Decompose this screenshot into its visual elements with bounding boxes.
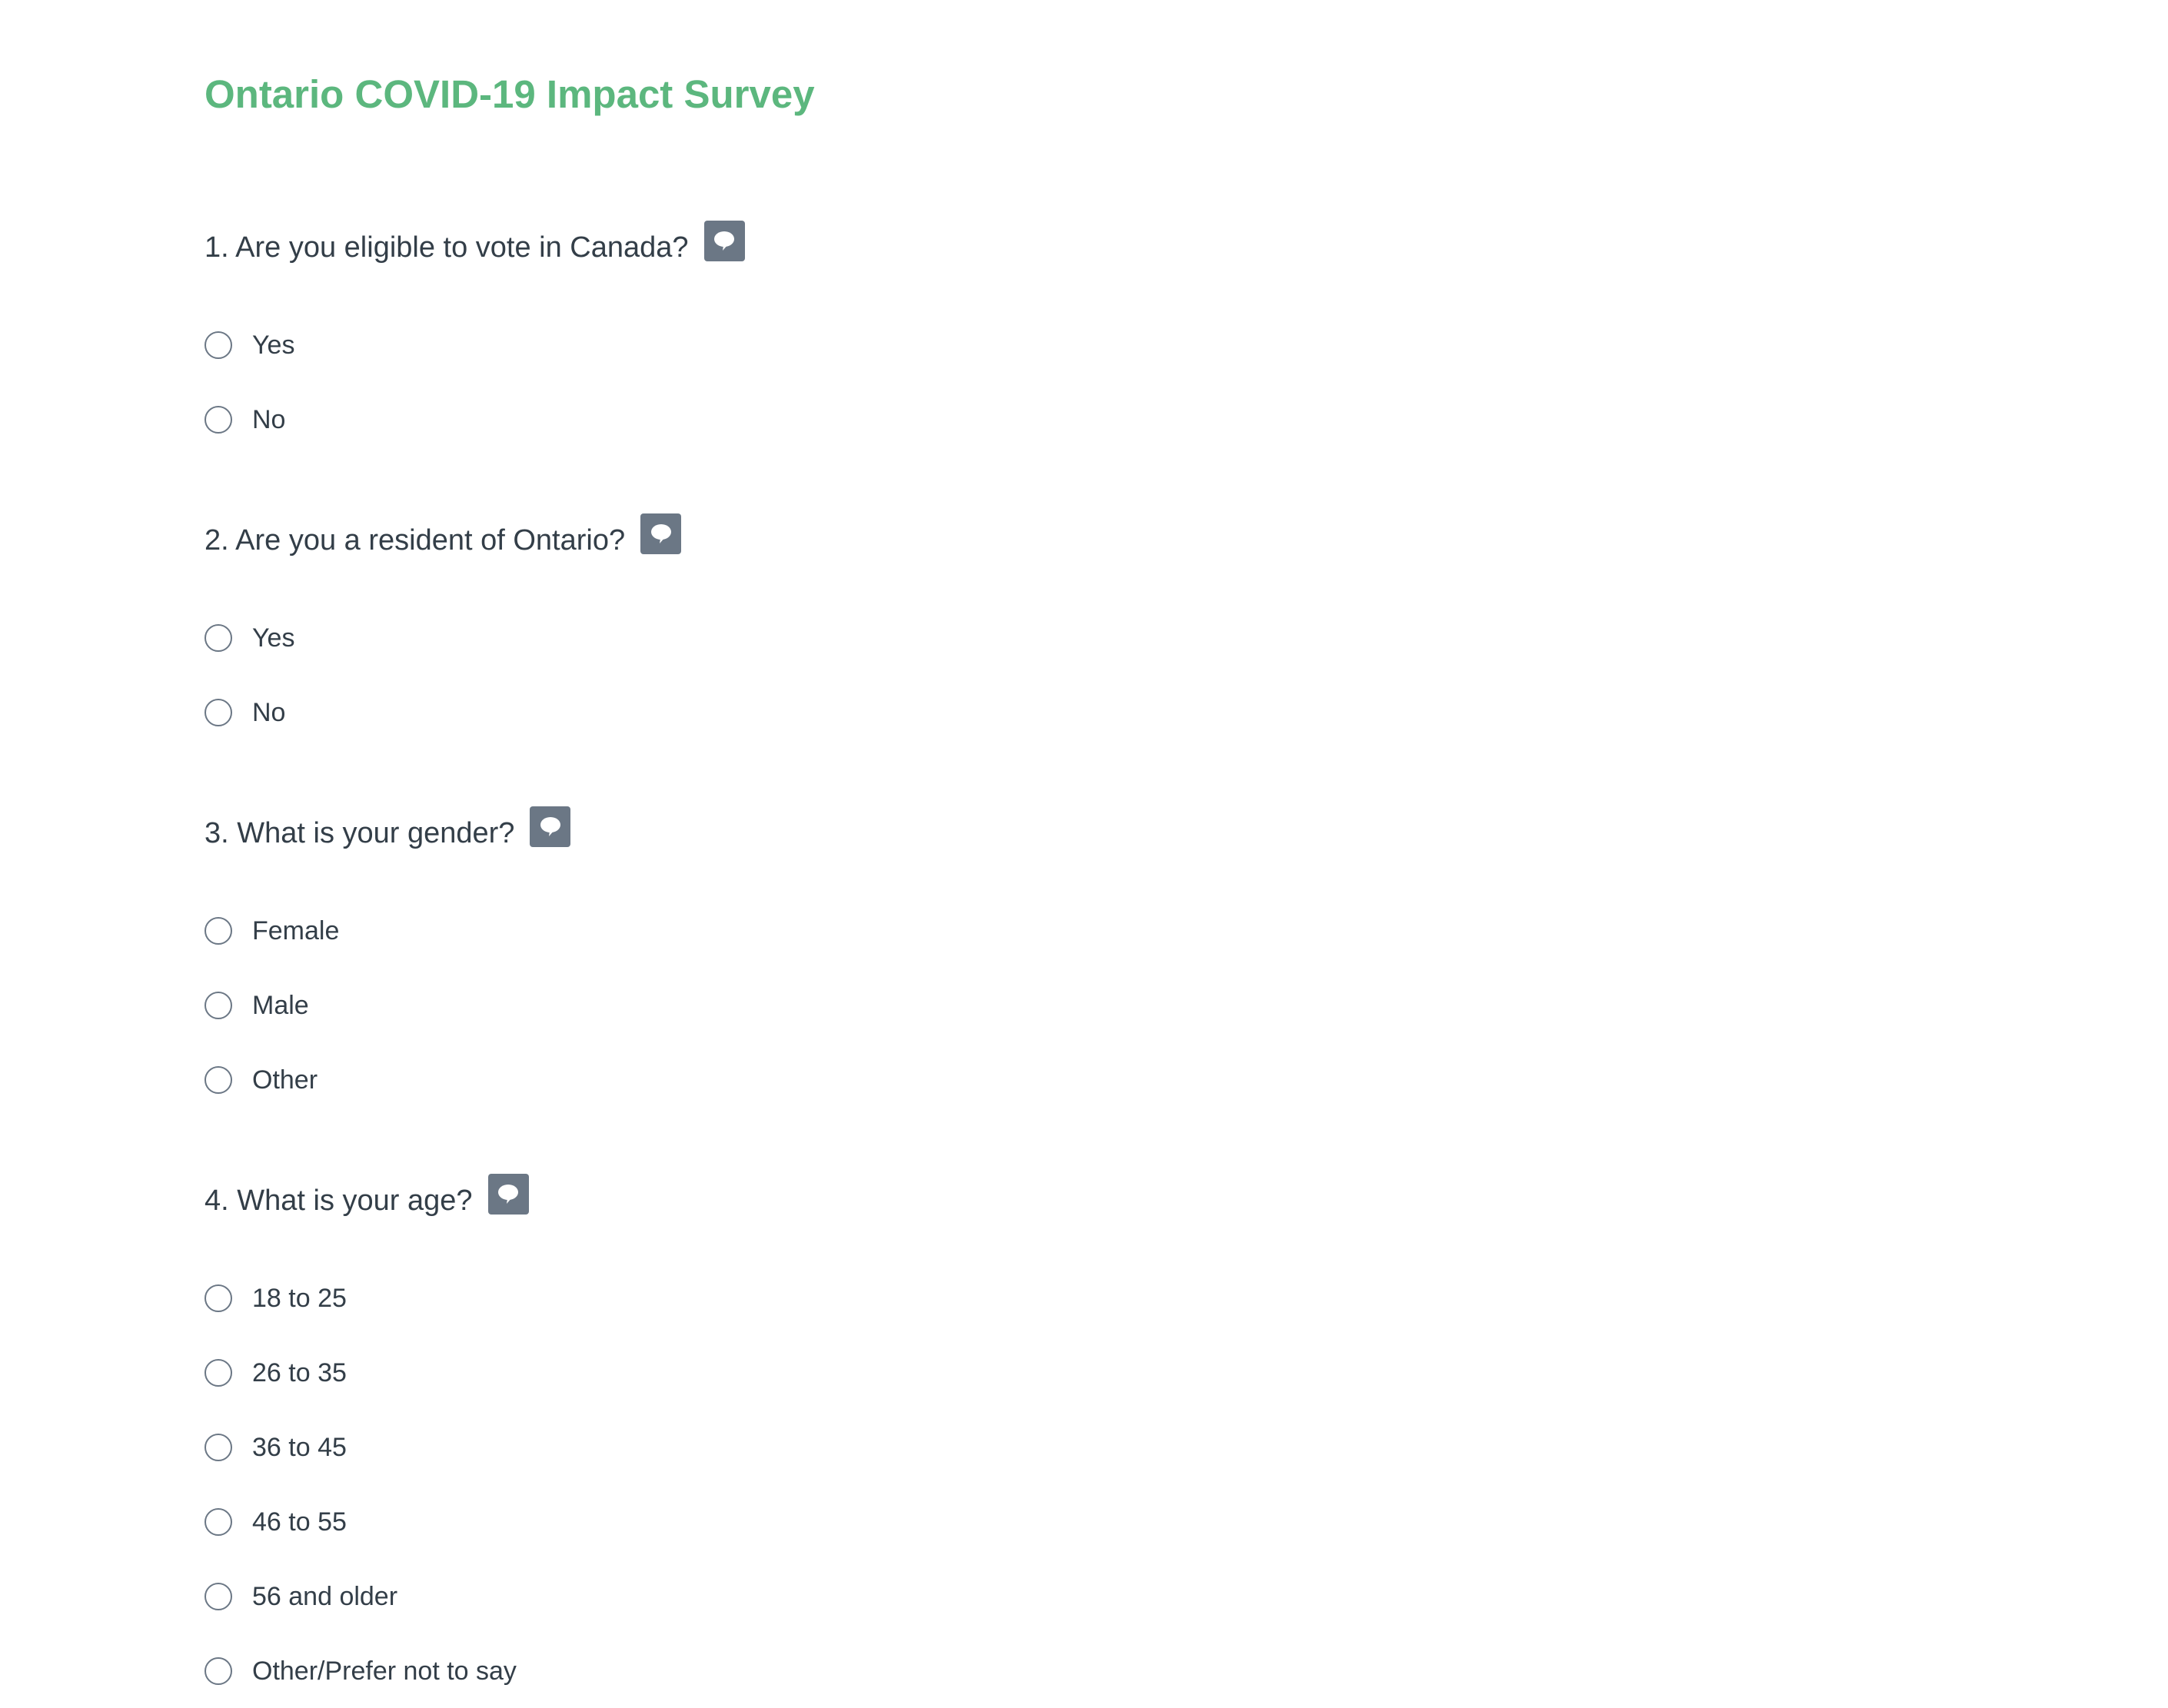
radio-button[interactable] <box>204 1065 232 1094</box>
radio-button[interactable] <box>204 698 232 726</box>
option-no[interactable]: No <box>204 675 681 749</box>
option-label: Yes <box>252 330 295 360</box>
option-other[interactable]: Other <box>204 1042 570 1117</box>
radio-button[interactable] <box>204 1358 232 1387</box>
radio-button[interactable] <box>204 331 232 359</box>
question-heading: 3. What is your gender? <box>204 806 571 860</box>
option-56-and-older[interactable]: 56 and older <box>204 1559 529 1633</box>
question-age: 4. What is your age? 18 to 25 26 to 35 3… <box>204 1173 529 1708</box>
options-list: Female Male Other <box>204 893 570 1117</box>
option-label: 26 to 35 <box>252 1357 347 1387</box>
speech-bubble-icon <box>714 231 735 251</box>
option-label: Yes <box>252 623 295 653</box>
question-text: 1. Are you eligible to vote in Canada? <box>204 231 689 264</box>
radio-button[interactable] <box>204 1433 232 1461</box>
option-label: Other <box>252 1065 318 1095</box>
survey-title: Ontario COVID-19 Impact Survey <box>204 72 815 116</box>
option-label: Other/Prefer not to say <box>252 1656 517 1686</box>
comment-button[interactable] <box>530 806 571 847</box>
options-list: 18 to 25 26 to 35 36 to 45 46 to 55 56 a… <box>204 1261 529 1708</box>
radio-button[interactable] <box>204 405 232 434</box>
radio-button[interactable] <box>204 1507 232 1536</box>
question-heading: 1. Are you eligible to vote in Canada? <box>204 220 745 274</box>
question-heading: 2. Are you a resident of Ontario? <box>204 513 682 567</box>
option-female[interactable]: Female <box>204 893 570 968</box>
option-yes[interactable]: Yes <box>204 600 681 675</box>
question-eligible-to-vote: 1. Are you eligible to vote in Canada? Y… <box>204 220 745 457</box>
speech-bubble-icon <box>650 524 671 543</box>
question-resident-of-ontario: 2. Are you a resident of Ontario? Yes No <box>204 513 682 749</box>
options-list: Yes No <box>204 307 745 457</box>
comment-button[interactable] <box>640 513 682 554</box>
question-heading: 4. What is your age? <box>204 1173 529 1228</box>
option-18-to-25[interactable]: 18 to 25 <box>204 1261 529 1335</box>
option-no[interactable]: No <box>204 382 745 457</box>
option-other-prefer-not-to-say[interactable]: Other/Prefer not to say <box>204 1633 529 1708</box>
option-label: Female <box>252 915 340 945</box>
question-text: 4. What is your age? <box>204 1185 473 1217</box>
radio-button[interactable] <box>204 1284 232 1312</box>
question-text: 2. Are you a resident of Ontario? <box>204 524 626 557</box>
radio-button[interactable] <box>204 623 232 652</box>
options-list: Yes No <box>204 600 681 749</box>
question-gender: 3. What is your gender? Female Male Othe… <box>204 806 571 1117</box>
option-label: No <box>252 404 286 434</box>
radio-button[interactable] <box>204 916 232 945</box>
option-26-to-35[interactable]: 26 to 35 <box>204 1335 529 1410</box>
option-label: 56 and older <box>252 1581 398 1611</box>
option-yes[interactable]: Yes <box>204 307 745 382</box>
comment-button[interactable] <box>703 220 745 261</box>
question-text: 3. What is your gender? <box>204 817 515 849</box>
option-label: 46 to 55 <box>252 1507 347 1537</box>
radio-button[interactable] <box>204 1582 232 1610</box>
radio-button[interactable] <box>204 1656 232 1685</box>
option-male[interactable]: Male <box>204 968 570 1042</box>
option-label: No <box>252 697 286 727</box>
option-label: Male <box>252 990 309 1020</box>
option-label: 36 to 45 <box>252 1432 347 1462</box>
option-label: 18 to 25 <box>252 1283 347 1313</box>
radio-button[interactable] <box>204 991 232 1019</box>
speech-bubble-icon <box>498 1185 519 1204</box>
speech-bubble-icon <box>540 817 560 836</box>
option-46-to-55[interactable]: 46 to 55 <box>204 1484 529 1559</box>
option-36-to-45[interactable]: 36 to 45 <box>204 1410 529 1484</box>
comment-button[interactable] <box>487 1173 529 1215</box>
